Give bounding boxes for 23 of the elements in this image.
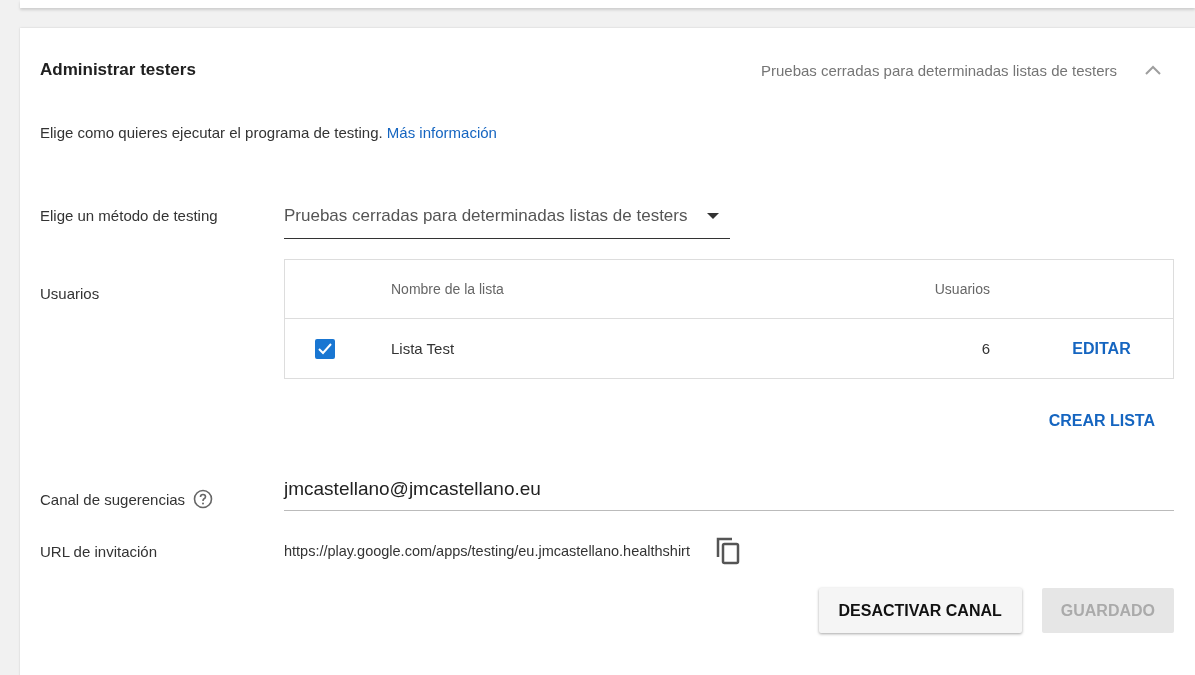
edit-link[interactable]: EDITAR: [1072, 339, 1131, 357]
field-label: Canal de sugerencias: [40, 490, 186, 508]
field-label: Usuarios: [40, 284, 101, 304]
more-info-link[interactable]: Más información: [386, 124, 497, 141]
description-text: Elige como quieres ejecutar el programa de testing. Más información: [40, 124, 498, 141]
deactivate-button[interactable]: DESACTIVAR CANAL: [818, 588, 1022, 633]
invite-url-text: https://play.google.com/apps/testing/eu.jmcastellano.healthshirt: [284, 543, 690, 559]
field-label: URL de invitación: [40, 542, 158, 560]
column-header: Usuarios: [933, 281, 990, 297]
table-cell-text: 6: [980, 340, 990, 357]
section-title: Administrar testers: [40, 60, 197, 80]
column-header: Nombre de la lista: [391, 281, 505, 297]
method-dropdown[interactable]: Pruebas cerradas para determinadas listas de testers: [284, 200, 730, 239]
collapse-chevron-icon[interactable]: [1145, 65, 1161, 75]
checkbox[interactable]: [315, 338, 335, 359]
help-icon[interactable]: [193, 489, 214, 509]
field-label: Elige un método de testing: [40, 207, 219, 224]
table-cell-text: Lista Test: [391, 340, 456, 357]
feedback-email-field[interactable]: jmcastellano@jmcastellano.eu: [284, 478, 1174, 511]
section-summary: Pruebas cerradas para determinadas listas de testers: [761, 61, 1117, 79]
copy-icon[interactable]: [715, 537, 740, 565]
create-list-button[interactable]: CREAR LISTA: [1048, 412, 1155, 429]
dropdown-caret-icon: [706, 212, 720, 220]
